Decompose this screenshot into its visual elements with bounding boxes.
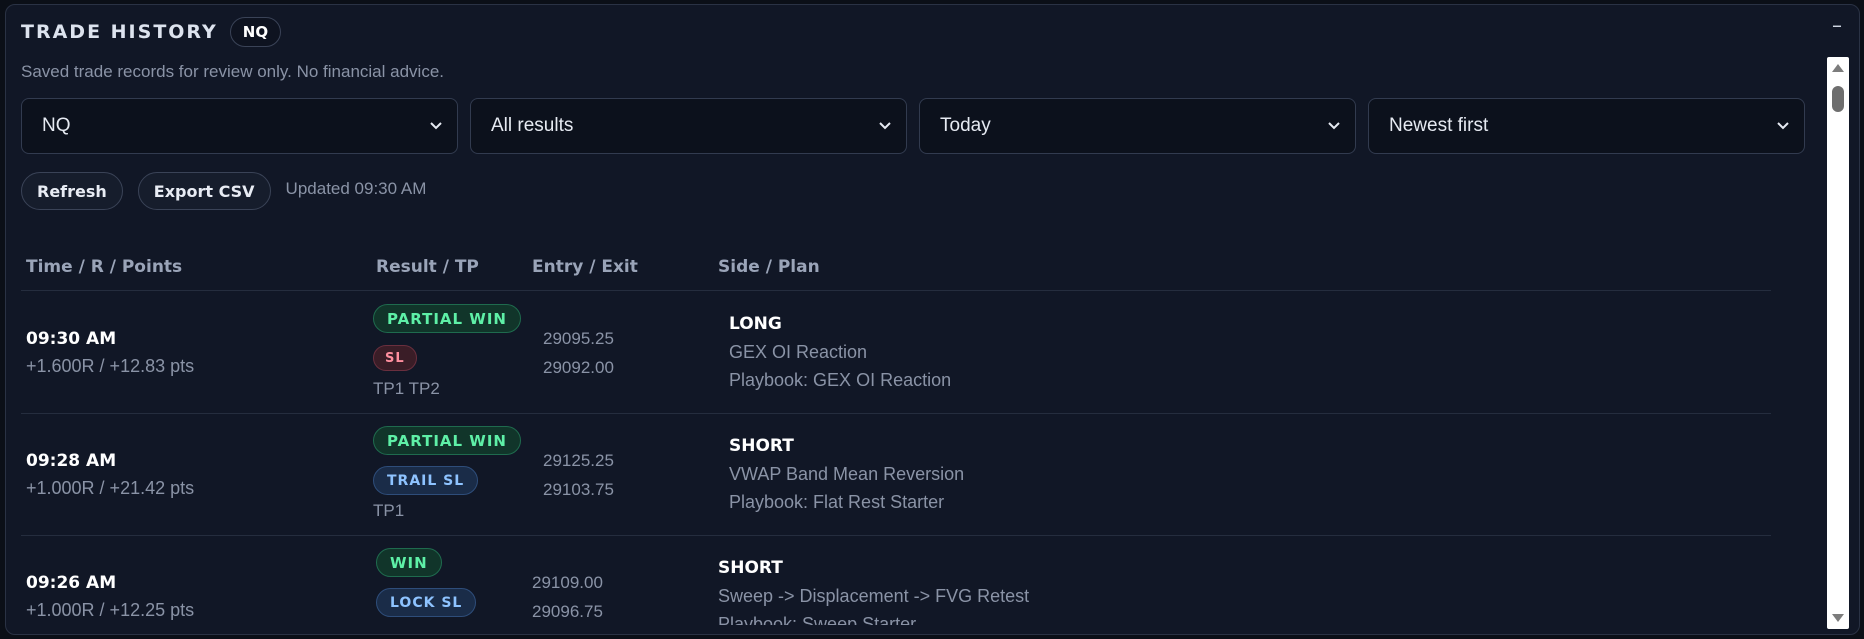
playbook-name: Playbook: Flat Rest Starter [729,492,945,512]
exit-price: 29103.75 [543,480,614,499]
sort-select[interactable]: Newest first [1368,98,1805,154]
trade-side: SHORT [729,436,794,456]
entry-price: 29095.25 [543,329,614,348]
playbook-name: Playbook: GEX OI Reaction [729,370,952,390]
action-bar: Refresh Export CSV Updated 09:30 AM [21,172,426,210]
tp-text: TP1 TP2 [373,379,440,398]
result-badge: PARTIAL WIN [373,304,521,333]
panel-content: TRADE HISTORY NQ Saved trade records for… [6,5,1806,625]
column-header-time: Time / R / Points [26,257,183,277]
result-badge: WIN [376,548,442,577]
trade-side: LONG [729,314,782,334]
stop-badge: LOCK SL [376,588,477,617]
setup-name: VWAP Band Mean Reversion [729,464,965,484]
trade-r-points: +1.600R / +12.83 pts [26,356,195,376]
panel-title: TRADE HISTORY [21,21,218,43]
chevron-down-icon [879,122,891,130]
scroll-down-arrow-icon[interactable] [1832,614,1844,622]
result-select[interactable]: All results [470,98,907,154]
column-header-result: Result / TP [376,257,479,277]
result-badge: PARTIAL WIN [373,426,521,455]
playbook-name: Playbook: Sweep Starter [718,614,917,625]
updated-timestamp: Updated 09:30 AM [285,178,427,198]
entry-price: 29109.00 [532,573,603,592]
table-row[interactable]: 09:28 AM +1.000R / +21.42 pts PARTIAL WI… [21,414,1771,536]
exit-price: 29096.75 [532,602,603,621]
trade-r-points: +1.000R / +21.42 pts [26,478,195,498]
disclaimer-text: Saved trade records for review only. No … [21,62,444,81]
instrument-select-value: NQ [42,115,71,136]
setup-name: GEX OI Reaction [729,342,868,362]
instrument-select[interactable]: NQ [21,98,458,154]
period-select-value: Today [940,115,991,136]
table-row[interactable]: 09:26 AM +1.000R / +12.25 pts WIN LOCK S… [21,536,1771,625]
trade-side: SHORT [718,558,783,578]
stop-badge: SL [373,345,417,371]
entry-price: 29125.25 [543,451,614,470]
minimize-button[interactable]: – [1827,15,1847,35]
tp-text: TP1 [373,501,405,520]
stop-badge: TRAIL SL [373,466,479,495]
sort-select-value: Newest first [1389,115,1489,136]
scroll-thumb[interactable] [1832,86,1844,112]
exit-price: 29092.00 [543,358,614,377]
scrollbar[interactable] [1827,57,1849,629]
result-select-value: All results [491,115,574,136]
export-csv-button[interactable]: Export CSV [137,172,271,210]
column-header-entry-exit: Entry / Exit [532,257,638,277]
chevron-down-icon [1328,122,1340,130]
instrument-badge: NQ [229,17,282,47]
scroll-up-arrow-icon[interactable] [1832,64,1844,72]
filter-bar: NQ All results Today Newest first [21,98,1805,154]
trade-history-panel: TRADE HISTORY NQ Saved trade records for… [5,4,1860,635]
period-select[interactable]: Today [919,98,1356,154]
chevron-down-icon [430,122,442,130]
chevron-down-icon [1777,122,1789,130]
table-header: Time / R / Points Result / TP Entry / Ex… [21,255,1771,291]
setup-name: Sweep -> Displacement -> FVG Retest [718,586,1030,606]
refresh-button[interactable]: Refresh [21,172,123,210]
column-header-side-plan: Side / Plan [718,257,820,277]
table-row[interactable]: 09:30 AM +1.600R / +12.83 pts PARTIAL WI… [21,292,1771,414]
trade-time: 09:30 AM [26,329,117,349]
trade-r-points: +1.000R / +12.25 pts [26,600,195,620]
trade-time: 09:28 AM [26,451,117,471]
trade-time: 09:26 AM [26,573,117,593]
panel-header: TRADE HISTORY NQ [21,17,282,47]
